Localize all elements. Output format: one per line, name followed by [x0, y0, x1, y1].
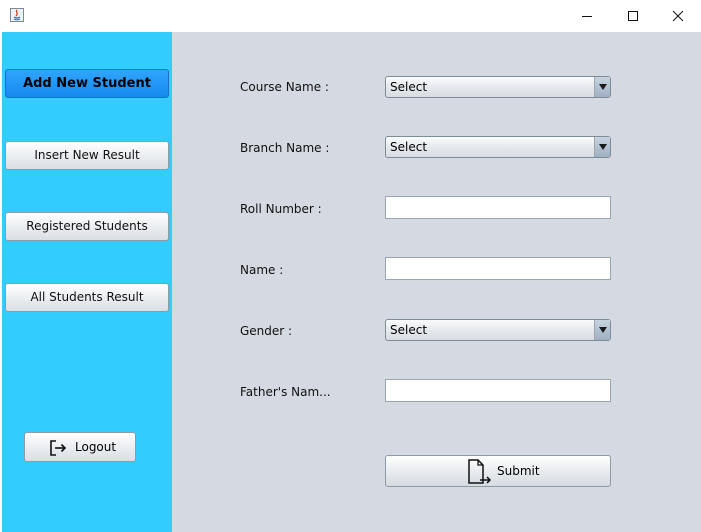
branch-name-label: Branch Name : — [240, 141, 330, 155]
branch-name-dropdown[interactable]: Select — [385, 136, 611, 158]
roll-number-label: Roll Number : — [240, 202, 322, 216]
window-title-bar — [0, 0, 701, 32]
chevron-down-icon[interactable] — [594, 320, 610, 340]
submit-label: Submit — [497, 464, 540, 478]
close-icon — [672, 10, 684, 22]
close-button[interactable] — [655, 0, 701, 32]
logout-icon — [49, 439, 67, 460]
chevron-down-icon[interactable] — [594, 137, 610, 157]
maximize-icon — [628, 11, 638, 21]
name-label: Name : — [240, 263, 284, 277]
add-new-student-button[interactable]: Add New Student — [5, 69, 169, 98]
document-submit-icon — [466, 459, 492, 488]
student-form-panel: Course Name : Select Branch Name : Selec… — [172, 32, 701, 532]
sidebar: Add New Student Insert New Result Regist… — [2, 32, 172, 532]
all-students-result-button[interactable]: All Students Result — [5, 283, 169, 312]
gender-selected: Select — [390, 323, 428, 337]
course-name-dropdown[interactable]: Select — [385, 76, 611, 98]
maximize-button[interactable] — [610, 0, 656, 32]
registered-students-button[interactable]: Registered Students — [5, 212, 169, 241]
fathers-name-label: Father's Nam... — [240, 385, 331, 399]
insert-new-result-button[interactable]: Insert New Result — [5, 141, 169, 170]
course-name-label: Course Name : — [240, 80, 329, 94]
chevron-down-icon[interactable] — [594, 77, 610, 97]
minimize-icon — [582, 16, 592, 17]
name-input[interactable] — [385, 257, 611, 280]
gender-label: Gender : — [240, 324, 293, 338]
gender-dropdown[interactable]: Select — [385, 319, 611, 341]
java-icon — [10, 8, 24, 22]
logout-label: Logout — [75, 440, 117, 454]
fathers-name-input[interactable] — [385, 379, 611, 402]
course-name-selected: Select — [390, 80, 428, 94]
roll-number-input[interactable] — [385, 196, 611, 219]
minimize-button[interactable] — [564, 0, 610, 32]
submit-button[interactable]: Submit — [385, 455, 611, 487]
logout-button[interactable]: Logout — [24, 432, 136, 462]
branch-name-selected: Select — [390, 140, 428, 154]
